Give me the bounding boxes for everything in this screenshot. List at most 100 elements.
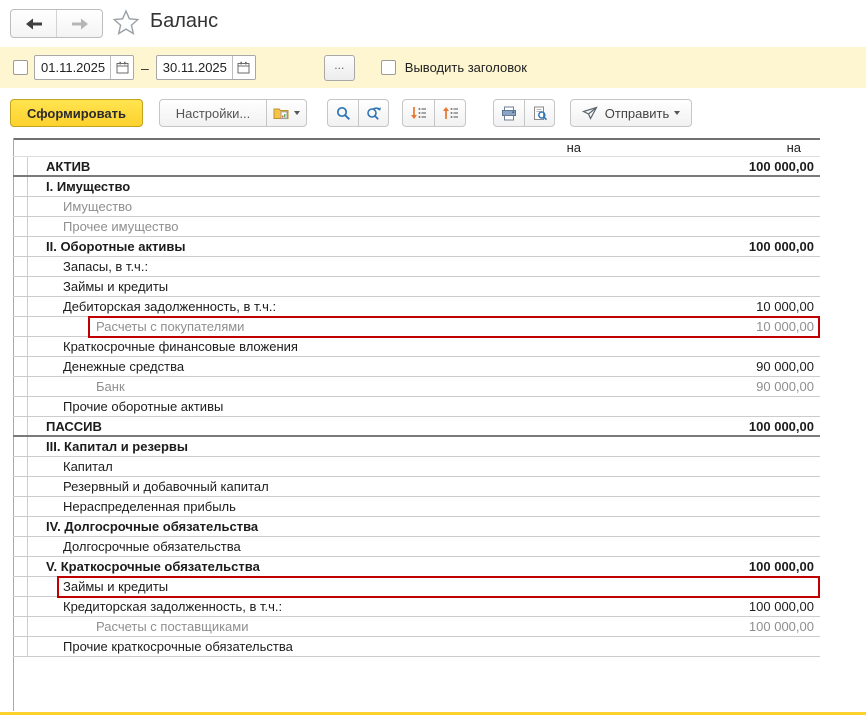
print-button[interactable] — [494, 100, 524, 126]
settings-button[interactable]: Настройки... — [160, 100, 266, 126]
calendar-icon[interactable] — [232, 56, 255, 79]
row-value[interactable]: 100 000,00 — [749, 417, 814, 436]
table-row[interactable]: Займы и кредиты — [13, 577, 820, 597]
table-row[interactable]: Кредиторская задолженность, в т.ч.: 100 0… — [13, 597, 820, 617]
column-header-2: на — [787, 138, 801, 157]
row-value[interactable]: 100 000,00 — [749, 237, 814, 256]
row-value[interactable]: 100 000,00 — [749, 597, 814, 616]
table-row[interactable]: ПАССИВ 100 000,00 — [13, 417, 820, 437]
date-from-field — [34, 55, 134, 80]
table-row[interactable]: Резервный и добавочный капитал — [13, 477, 820, 497]
back-arrow-icon — [25, 17, 43, 31]
row-label[interactable]: Запасы, в т.ч.: — [63, 257, 148, 276]
date-to-input[interactable] — [157, 56, 232, 79]
calendar-icon[interactable] — [110, 56, 133, 79]
period-more-button[interactable]: ... — [324, 55, 355, 81]
search-next-button[interactable] — [358, 100, 388, 126]
row-label[interactable]: Дебиторская задолженность, в т.ч.: — [63, 297, 276, 316]
table-row[interactable]: Банк 90 000,00 — [13, 377, 820, 397]
favorite-star-icon[interactable] — [112, 9, 140, 36]
row-label[interactable]: Прочее имущество — [63, 217, 178, 236]
search-button[interactable] — [328, 100, 358, 126]
table-row[interactable]: Имущество — [13, 197, 820, 217]
row-value[interactable]: 100 000,00 — [749, 617, 814, 636]
row-label[interactable]: Долгосрочные обязательства — [63, 537, 241, 556]
row-label[interactable]: Краткосрочные финансовые вложения — [63, 337, 298, 356]
row-label[interactable]: IV. Долгосрочные обязательства — [46, 517, 258, 536]
highlight-box — [57, 576, 820, 598]
expand-groups-button[interactable] — [403, 100, 434, 126]
row-label[interactable]: Нераспределенная прибыль — [63, 497, 236, 516]
date-to-field — [156, 55, 256, 80]
settings-group: Настройки... — [159, 99, 307, 127]
row-label[interactable]: V. Краткосрочные обязательства — [46, 557, 260, 576]
row-label[interactable]: Имущество — [63, 197, 132, 216]
table-row[interactable]: III. Капитал и резервы — [13, 437, 820, 457]
forward-arrow-icon — [71, 17, 89, 31]
show-header-label[interactable]: Выводить заголовок — [405, 60, 527, 75]
show-header-checkbox[interactable] — [381, 60, 396, 75]
print-preview-button[interactable] — [524, 100, 554, 126]
row-label[interactable]: АКТИВ — [46, 157, 90, 176]
forward-button[interactable] — [56, 10, 102, 37]
groups-group — [402, 99, 466, 127]
table-row[interactable]: V. Краткосрочные обязательства 100 000,00 — [13, 557, 820, 577]
row-label[interactable]: Банк — [96, 377, 125, 396]
row-label[interactable]: II. Оборотные активы — [46, 237, 185, 256]
table-row[interactable]: Запасы, в т.ч.: — [13, 257, 820, 277]
row-label[interactable]: ПАССИВ — [46, 417, 102, 436]
row-label[interactable]: Прочие оборотные активы — [63, 397, 223, 416]
table-row[interactable]: IV. Долгосрочные обязательства — [13, 517, 820, 537]
row-label[interactable]: Резервный и добавочный капитал — [63, 477, 269, 496]
back-button[interactable] — [11, 10, 56, 37]
table-row[interactable]: Нераспределенная прибыль — [13, 497, 820, 517]
row-label[interactable]: Капитал — [63, 457, 113, 476]
row-label[interactable]: Займы и кредиты — [63, 577, 168, 596]
row-label[interactable]: Денежные средства — [63, 357, 184, 376]
row-value[interactable]: 10 000,00 — [756, 297, 814, 316]
table-row[interactable]: Расчеты с поставщиками 100 000,00 — [13, 617, 820, 637]
search-next-icon — [366, 106, 382, 121]
row-label[interactable]: I. Имущество — [46, 177, 130, 196]
table-row[interactable]: Денежные средства 90 000,00 — [13, 357, 820, 377]
table-row[interactable]: Капитал — [13, 457, 820, 477]
row-value[interactable]: 10 000,00 — [756, 317, 814, 336]
send-icon — [582, 106, 598, 120]
row-value[interactable]: 90 000,00 — [756, 357, 814, 376]
table-header-row: на на — [13, 138, 820, 157]
table-row[interactable]: I. Имущество — [13, 177, 820, 197]
search-group — [327, 99, 389, 127]
table-row[interactable]: Займы и кредиты — [13, 277, 820, 297]
table-row[interactable]: Краткосрочные финансовые вложения — [13, 337, 820, 357]
report-variants-icon — [273, 106, 289, 120]
row-label[interactable]: Прочие краткосрочные обязательства — [63, 637, 293, 656]
report-spreadsheet: на на АКТИВ 100 000,00 I. ИмуществоИмущест… — [0, 138, 866, 657]
row-label[interactable]: III. Капитал и резервы — [46, 437, 188, 456]
table-row[interactable]: Долгосрочные обязательства — [13, 537, 820, 557]
table-row[interactable]: Прочие оборотные активы — [13, 397, 820, 417]
column-header-1: на — [567, 138, 581, 157]
date-range-dash: – — [141, 60, 149, 76]
table-row[interactable]: Дебиторская задолженность, в т.ч.: 10 000… — [13, 297, 820, 317]
table-row[interactable]: Прочее имущество — [13, 217, 820, 237]
print-preview-icon — [532, 106, 548, 121]
row-label[interactable]: Расчеты с покупателями — [96, 317, 244, 336]
generate-button[interactable]: Сформировать — [10, 99, 143, 127]
report-variants-button[interactable] — [266, 100, 306, 126]
row-label[interactable]: Займы и кредиты — [63, 277, 168, 296]
row-value[interactable]: 90 000,00 — [756, 377, 814, 396]
collapse-groups-button[interactable] — [434, 100, 465, 126]
table-row[interactable]: АКТИВ 100 000,00 — [13, 157, 820, 177]
send-button[interactable]: Отправить — [570, 99, 692, 127]
row-value[interactable]: 100 000,00 — [749, 557, 814, 576]
row-label[interactable]: Расчеты с поставщиками — [96, 617, 249, 636]
period-checkbox[interactable] — [13, 60, 28, 75]
table-row[interactable]: Прочие краткосрочные обязательства — [13, 637, 820, 657]
date-from-input[interactable] — [35, 56, 110, 79]
window-header: Баланс — [0, 0, 866, 47]
print-group — [493, 99, 555, 127]
table-row[interactable]: Расчеты с покупателями 10 000,00 — [13, 317, 820, 337]
row-label[interactable]: Кредиторская задолженность, в т.ч.: — [63, 597, 282, 616]
row-value[interactable]: 100 000,00 — [749, 157, 814, 176]
table-row[interactable]: II. Оборотные активы 100 000,00 — [13, 237, 820, 257]
